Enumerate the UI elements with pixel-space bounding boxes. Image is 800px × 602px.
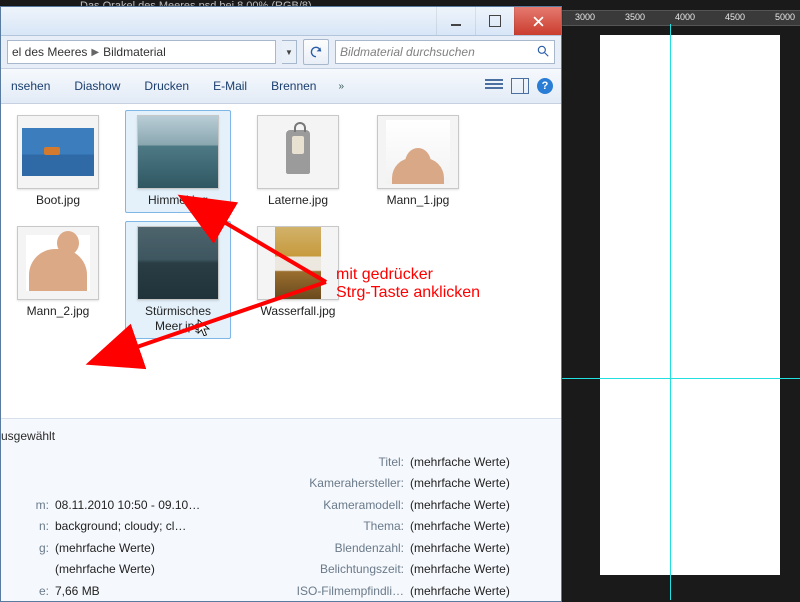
detail-key: e: (1, 584, 49, 602)
view-options-button[interactable] (485, 79, 503, 93)
detail-value: (mehrfache Werte) (410, 584, 510, 602)
detail-key (1, 562, 49, 580)
cmd-email[interactable]: E-Mail (211, 75, 249, 97)
detail-key: n: (1, 519, 49, 537)
file-item[interactable]: Boot.jpg (5, 110, 111, 213)
file-thumbnail (137, 115, 219, 189)
detail-key: Belichtungszeit: (284, 562, 404, 580)
command-bar: nsehen Diashow Drucken E-Mail Brennen » … (1, 69, 561, 104)
search-icon[interactable] (536, 44, 550, 61)
file-label: Mann_2.jpg (27, 304, 90, 319)
file-thumbnail (377, 115, 459, 189)
detail-key: Kameramodell: (284, 498, 404, 516)
search-placeholder: Bildmaterial durchsuchen (340, 45, 475, 59)
detail-key: m: (1, 498, 49, 516)
guide-horizontal[interactable] (560, 378, 800, 379)
detail-value: (mehrfache Werte) (55, 562, 155, 580)
file-explorer-window: el des Meeres ▶ Bildmaterial ▼ Bildmater… (0, 6, 562, 602)
file-item[interactable]: Himmel.jpg (125, 110, 231, 213)
detail-value: (mehrfache Werte) (410, 476, 510, 494)
refresh-button[interactable] (303, 39, 329, 65)
cmd-drucken[interactable]: Drucken (142, 75, 191, 97)
detail-value: (mehrfache Werte) (410, 519, 510, 537)
file-label: Boot.jpg (36, 193, 80, 208)
breadcrumb-dropdown[interactable]: ▼ (282, 40, 297, 64)
file-item[interactable]: Mann_2.jpg (5, 221, 111, 339)
detail-value: (mehrfache Werte) (410, 455, 510, 473)
cmd-diashow[interactable]: Diashow (72, 75, 122, 97)
details-pane: usgewählt Titel: (mehrfache Werte) Kamera… (1, 418, 561, 601)
maximize-button[interactable] (475, 7, 514, 35)
file-thumbnail (137, 226, 219, 300)
detail-key: Thema: (284, 519, 404, 537)
file-item[interactable]: Stürmisches Meer.jpg (125, 221, 231, 339)
file-label: Himmel.jpg (148, 193, 208, 208)
file-thumbnail (257, 226, 339, 300)
guide-vertical[interactable] (670, 24, 671, 600)
detail-value: (mehrfache Werte) (55, 541, 155, 559)
file-thumbnail (17, 115, 99, 189)
help-button[interactable]: ? (537, 78, 553, 94)
preview-pane-button[interactable] (511, 78, 529, 94)
file-label: Laterne.jpg (268, 193, 328, 208)
detail-value: (mehrfache Werte) (410, 541, 510, 559)
cmd-ansehen[interactable]: nsehen (9, 75, 52, 97)
overflow-button[interactable]: » (338, 81, 344, 92)
detail-value: (mehrfache Werte) (410, 498, 510, 516)
detail-value: 08.11.2010 10:50 - 09.10… (55, 498, 200, 516)
details-header: usgewählt (1, 429, 561, 447)
titlebar[interactable] (1, 7, 561, 36)
file-thumbnail (17, 226, 99, 300)
file-label: Stürmisches Meer.jpg (130, 304, 226, 334)
detail-value: 7,66 MB (55, 584, 100, 602)
breadcrumb[interactable]: el des Meeres ▶ Bildmaterial (7, 40, 276, 64)
file-label: Wasserfall.jpg (261, 304, 336, 319)
file-item[interactable]: Mann_1.jpg (365, 110, 471, 213)
file-label: Mann_1.jpg (387, 193, 450, 208)
address-bar-row: el des Meeres ▶ Bildmaterial ▼ Bildmater… (1, 36, 561, 69)
cmd-brennen[interactable]: Brennen (269, 75, 318, 97)
file-list[interactable]: Boot.jpg Himmel.jpg Laterne.jpg Mann_1.jpg M… (1, 104, 561, 418)
detail-key: Blendenzahl: (284, 541, 404, 559)
file-item[interactable]: Wasserfall.jpg (245, 221, 351, 339)
breadcrumb-segment[interactable]: el des Meeres (12, 45, 87, 59)
detail-key: g: (1, 541, 49, 559)
detail-value: (mehrfache Werte) (410, 562, 510, 580)
file-item[interactable]: Laterne.jpg (245, 110, 351, 213)
detail-value: background; cloudy; cl… (55, 519, 186, 537)
chevron-right-icon[interactable]: ▶ (91, 47, 99, 58)
breadcrumb-segment[interactable]: Bildmaterial (103, 45, 166, 59)
search-input[interactable]: Bildmaterial durchsuchen (335, 40, 555, 64)
detail-key: ISO-Filmempfindli… (284, 584, 404, 602)
file-thumbnail (257, 115, 339, 189)
canvas[interactable] (600, 35, 780, 575)
detail-key: Kamerahersteller: (284, 476, 404, 494)
detail-key: Titel: (284, 455, 404, 473)
close-button[interactable] (514, 7, 561, 35)
minimize-button[interactable] (436, 7, 475, 35)
